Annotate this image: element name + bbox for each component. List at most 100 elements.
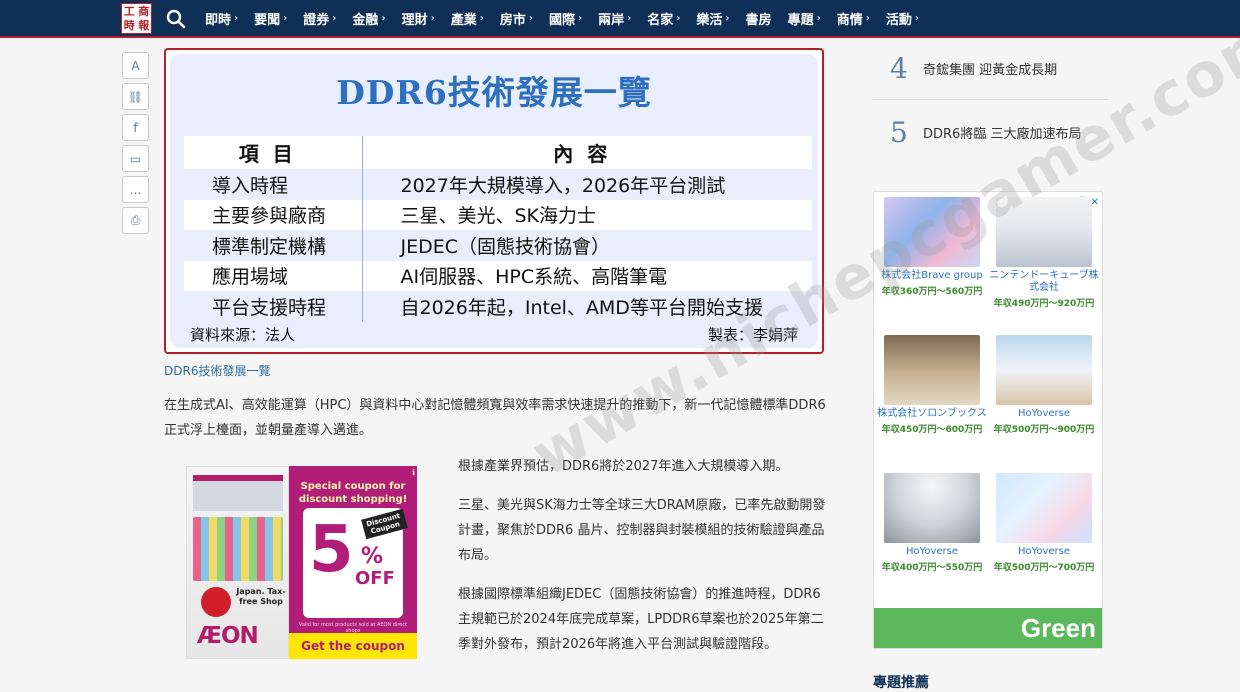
ranking-number: 4 (890, 52, 908, 85)
discount-coupon-tag: Discount Coupon (361, 508, 408, 540)
line-glyph: ▭ (129, 151, 142, 166)
line-icon[interactable]: ▭ (122, 145, 149, 172)
page: 工 商 時 報 即時 › 要聞 › 證券 › 金融 › 理財 › 產業 › 房市 › 國際 › … (0, 0, 1240, 692)
flower-logo-icon (201, 587, 231, 617)
article-paragraph: 在生成式AI、高效能運算（HPC）與資料中心對記憶體頻寬與效率需求快速提升的推動… (164, 398, 826, 438)
chevron-right-icon: › (865, 12, 870, 24)
search-icon[interactable] (166, 9, 186, 29)
menu-item-instant[interactable]: 即時 › (205, 9, 238, 28)
top-navigation: 工 商 時 報 即時 › 要聞 › 證券 › 金融 › 理財 › 產業 › 房市 › 國際 › … (0, 0, 1240, 38)
table-row: 主要參與廠商 三星、美光、SK海力士 (184, 199, 812, 230)
ad-company-name: HoYoverse (1017, 408, 1071, 419)
print-icon[interactable]: ⎙ (122, 207, 149, 234)
ad-salary: 年収450万円～600万円 (881, 425, 983, 435)
menu-item-finance[interactable]: 金融 › (352, 9, 385, 28)
logo-char: 商 (138, 4, 150, 18)
menu-item-label: 證券 (303, 12, 330, 28)
menu-item-events[interactable]: 活動 › (886, 9, 919, 28)
topics-heading: 專題推薦 (873, 675, 929, 691)
table-cell-content: JEDEC（固態技術協會） (362, 230, 812, 261)
ranking-item[interactable]: 4 奇鋐集團 迎黃金成長期 (872, 38, 1108, 100)
menu-item-label: 產業 (450, 12, 477, 28)
ad-company-name: HoYoverse (905, 546, 959, 557)
ad-salary: 年収360万円～560万円 (881, 287, 983, 297)
menu-item-label: 名家 (647, 12, 674, 28)
ad-job-card[interactable]: HoYoverse 年収400万円～550万円 (877, 473, 987, 573)
menu-item-wealth[interactable]: 理財 › (402, 9, 435, 28)
link-icon[interactable]: ⛓ (122, 83, 149, 110)
menu-item-headlines[interactable]: 要聞 › (254, 9, 287, 28)
facebook-glyph: f (133, 120, 138, 135)
ad-job-card[interactable]: HoYoverse 年収500万円～700万円 (989, 473, 1099, 573)
menu-item-features[interactable]: 專題 › (788, 9, 821, 28)
table-cell-item: 應用場域 (184, 260, 363, 291)
table-maker: 製表：李娟萍 (707, 326, 798, 344)
ad-salary: 年収500万円～900万円 (993, 425, 1095, 435)
ad-info-icon[interactable]: ℹ (412, 468, 415, 477)
discount-badge: Discount Coupon 5 % OFF (303, 508, 408, 618)
ranking-title[interactable]: 奇鋐集團 迎黃金成長期 (923, 59, 1057, 78)
get-coupon-button[interactable]: Get the coupon (289, 633, 417, 659)
table-cell-content: 自2026年起，Intel、AMD等平台開始支援 (362, 291, 812, 322)
menu-item-label: 兩岸 (598, 12, 625, 28)
menu-item-columnists[interactable]: 名家 › (647, 9, 680, 28)
ad-job-card[interactable]: ニンテンドーキューブ株式会社 年収490万円～920万円 (989, 197, 1099, 309)
chevron-right-icon: › (234, 12, 239, 24)
ranking-item[interactable]: 5 DDR6將臨 三大廠加速布局 (872, 101, 1108, 163)
ad-salary: 年収400万円～550万円 (881, 563, 983, 573)
menu-item-industry[interactable]: 產業 › (451, 9, 484, 28)
menu-item-label: 理財 (401, 12, 428, 28)
ad-salary: 年収500万円～700万円 (993, 563, 1095, 573)
menu-item-business-news[interactable]: 商情 › (837, 9, 870, 28)
ad-job-card[interactable]: 株式会社Brave group 年収360万円～560万円 (877, 197, 987, 297)
chevron-right-icon: › (914, 12, 919, 24)
ad-job-image (996, 473, 1092, 543)
comment-icon[interactable]: … (122, 176, 149, 203)
article-paragraph: 根據國際標準組織JEDEC（固態技術協會）的推進時程，DDR6主規範已於2024… (458, 587, 824, 652)
ranking-title[interactable]: DDR6將臨 三大廠加速布局 (923, 123, 1081, 142)
font-size-glyph: A (131, 58, 140, 73)
chevron-right-icon: › (430, 12, 435, 24)
table-cell-content: 2027年大規模導入，2026年平台測試 (362, 169, 812, 200)
menu-item-label: 要聞 (254, 12, 281, 28)
ad-job-image (884, 335, 980, 405)
aeon-ad[interactable]: Japan. Tax-free Shop ÆON ℹ Special coupo… (186, 466, 417, 659)
ad-job-card[interactable]: HoYoverse 年収500万円～900万円 (989, 335, 1099, 435)
menu-item-housing[interactable]: 房市 › (500, 9, 533, 28)
green-logo: Green (874, 608, 1102, 648)
logo-char: 時 (123, 19, 135, 33)
feature-title: DDR6技術發展一覽 (336, 73, 652, 112)
chevron-right-icon: › (528, 12, 533, 24)
ad-company-name: HoYoverse (1017, 546, 1071, 557)
link-glyph: ⛓ (127, 89, 144, 104)
ad-company-name: ニンテンドーキューブ株式会社 (989, 270, 1099, 293)
chevron-right-icon: › (578, 12, 583, 24)
menu-item-international[interactable]: 國際 › (549, 9, 582, 28)
job-ad[interactable]: ⓘ ✕ 株式会社Brave group 年収360万円～560万円 ニンテンドー… (873, 191, 1103, 649)
ddr6-table: 項目 內容 導入時程 2027年大規模導入，2026年平台測試 主要參與廠商 三… (184, 136, 812, 322)
ad-job-image (996, 197, 1092, 267)
menu-item-label: 國際 (548, 12, 575, 28)
chevron-right-icon: › (479, 12, 484, 24)
ad-company-name: 株式会社ソロンブックス (877, 408, 987, 419)
menu-item-books[interactable]: 書房 (746, 9, 772, 28)
ad-salary: 年収490万円～920万円 (993, 299, 1095, 309)
menu-item-securities[interactable]: 證券 › (303, 9, 336, 28)
menu-item-lifestyle[interactable]: 樂活 › (696, 9, 729, 28)
font-size-icon[interactable]: A (122, 52, 149, 79)
chevron-right-icon: › (332, 12, 337, 24)
ad-job-image (996, 335, 1092, 405)
logo-char: 報 (138, 19, 150, 33)
ad-promo: ℹ Special coupon for discount shopping! … (289, 466, 417, 659)
facebook-icon[interactable]: f (122, 114, 149, 141)
site-logo[interactable]: 工 商 時 報 (121, 3, 152, 34)
chevron-right-icon: › (816, 12, 821, 24)
feature-image[interactable]: DDR6技術發展一覽 項目 內容 導入時程 2027年大規模導入，2026年平台… (164, 48, 824, 354)
table-row: 導入時程 2027年大規模導入，2026年平台測試 (184, 169, 812, 200)
ad-job-image (884, 197, 980, 267)
menu-item-cross-strait[interactable]: 兩岸 › (598, 9, 631, 28)
ad-job-card[interactable]: 株式会社ソロンブックス 年収450万円～600万円 (877, 335, 987, 435)
logo-char: 工 (123, 4, 135, 18)
ad-company-name: 株式会社Brave group (881, 270, 983, 281)
menu-item-label: 專題 (787, 12, 814, 28)
